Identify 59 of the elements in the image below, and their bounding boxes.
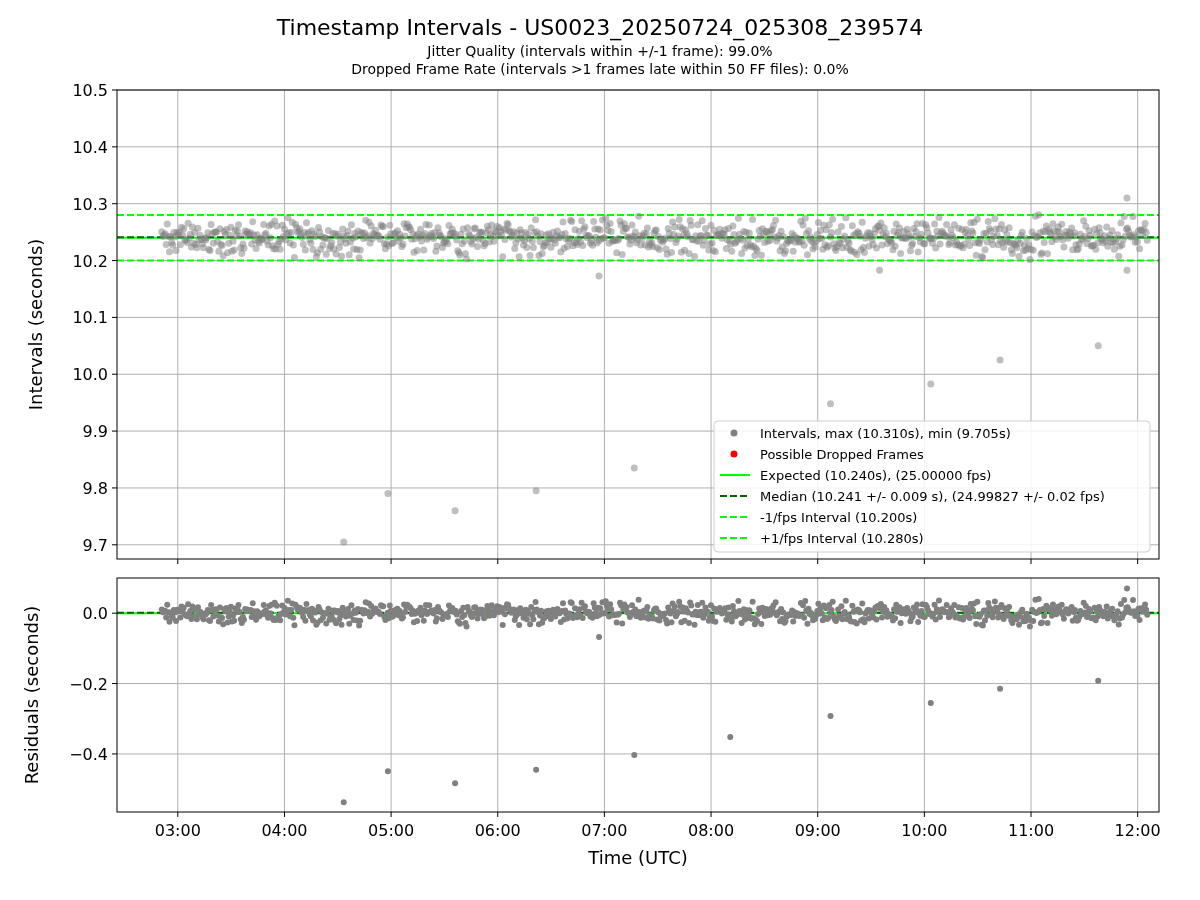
data-point <box>596 634 603 641</box>
x-tick-label: 06:00 <box>474 821 521 840</box>
data-point <box>1123 266 1131 274</box>
data-point <box>927 380 935 388</box>
data-point <box>532 487 540 495</box>
legend-label: -1/fps Interval (10.200s) <box>760 509 918 525</box>
data-point <box>996 356 1004 364</box>
y-axis-label: Residuals (seconds) <box>21 605 42 785</box>
y-tick-label: 9.7 <box>82 535 108 555</box>
legend-label: Possible Dropped Frames <box>760 446 924 462</box>
legend-label: +1/fps Interval (10.280s) <box>760 530 924 546</box>
y-tick-label: −0.4 <box>69 744 108 764</box>
legend-label: Intervals, max (10.310s), min (9.705s) <box>760 425 1011 441</box>
y-tick-label: 9.9 <box>82 422 108 442</box>
data-point <box>340 799 347 806</box>
data-point <box>997 685 1004 692</box>
y-tick-label: 9.8 <box>82 478 108 498</box>
y-tick-label: 10.5 <box>72 81 108 100</box>
legend-label: Expected (10.240s), (25.00000 fps) <box>760 467 992 483</box>
data-point <box>595 272 603 280</box>
data-point <box>451 507 459 515</box>
chart-subtitle: Jitter Quality (intervals within +/-1 frame): 99.0% <box>427 42 773 60</box>
data-point <box>927 699 934 706</box>
y-axis-label: Intervals (seconds) <box>25 238 46 411</box>
y-tick-label: 10.2 <box>72 251 108 271</box>
data-point <box>533 766 540 773</box>
data-point <box>876 266 884 274</box>
data-point <box>827 400 834 408</box>
x-tick-label: 05:00 <box>368 821 415 840</box>
legend-label: Median (10.241 +/- 0.009 s), (24.99827 +/- 0.02 fps) <box>760 488 1105 504</box>
y-tick-label: 10.3 <box>72 194 108 214</box>
x-tick-label: 12:00 <box>1114 821 1161 840</box>
data-point <box>384 490 392 498</box>
x-tick-label: 07:00 <box>581 821 628 840</box>
x-axis-label: Time (UTC) <box>588 847 688 868</box>
data-point <box>827 712 834 719</box>
x-tick-label: 03:00 <box>154 821 201 840</box>
chart-title: Timestamp Intervals - US0023_20250724_025308_239574 <box>276 14 924 42</box>
x-tick-label: 09:00 <box>794 821 841 840</box>
data-point <box>631 752 638 758</box>
data-point <box>1123 194 1131 202</box>
data-point <box>1095 677 1102 684</box>
data-point <box>340 538 348 546</box>
x-tick-label: 04:00 <box>261 821 308 840</box>
data-point <box>727 734 734 741</box>
y-tick-label: 10.1 <box>72 308 108 328</box>
x-tick-label: 10:00 <box>901 821 948 840</box>
chart-subtitle: Dropped Frame Rate (intervals >1 frames late within 50 FF files): 0.0% <box>351 60 849 78</box>
data-point <box>1124 585 1130 592</box>
data-point <box>630 464 638 472</box>
y-tick-label: −0.2 <box>69 674 108 694</box>
data-point <box>384 768 391 775</box>
y-tick-label: 0.0 <box>82 604 108 624</box>
y-tick-label: 10.4 <box>72 137 108 157</box>
data-point <box>452 780 459 787</box>
y-tick-label: 10.0 <box>72 365 108 385</box>
x-tick-label: 11:00 <box>1007 821 1055 840</box>
x-tick-label: 08:00 <box>688 821 735 840</box>
data-point <box>1094 342 1102 350</box>
